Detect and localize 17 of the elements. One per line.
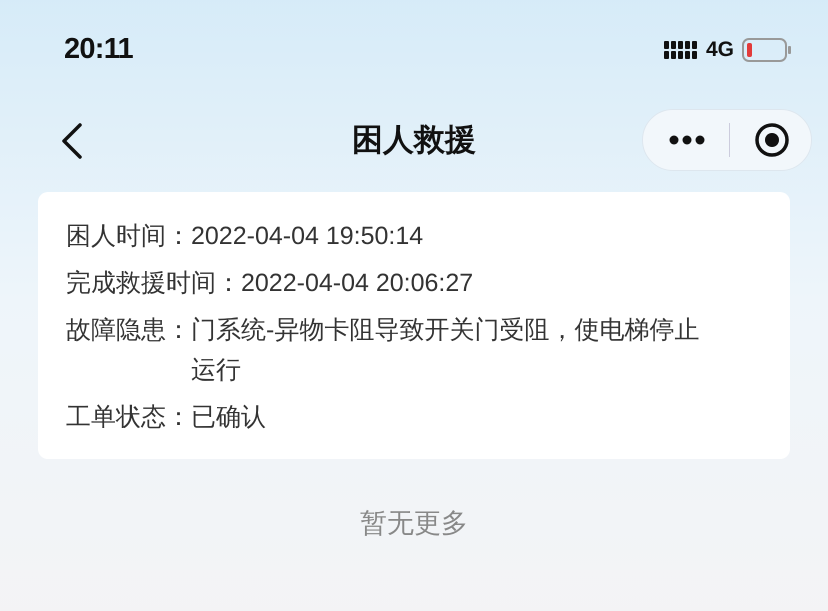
more-icon[interactable] — [669, 135, 705, 145]
network-label: 4G — [706, 37, 734, 64]
detail-value: 已确认 — [191, 402, 266, 433]
no-more-text: 暂无更多 — [360, 507, 468, 540]
detail-value: 2022-04-04 19:50:14 — [191, 221, 424, 252]
detail-value: 门系统-异物卡阻导致开关门受阻，使电梯停止运行 — [191, 315, 700, 386]
close-icon[interactable] — [754, 122, 790, 158]
battery-icon — [742, 38, 792, 62]
status-time: 20:11 — [64, 32, 133, 68]
signal-icon — [664, 39, 698, 61]
back-icon[interactable] — [60, 122, 84, 160]
detail-label: 故障隐患： — [66, 315, 191, 346]
page-title: 困人救援 — [352, 120, 476, 159]
detail-label: 完成救援时间： — [66, 268, 241, 299]
detail-value: 2022-04-04 20:06:27 — [241, 268, 474, 299]
detail-label: 困人时间： — [66, 221, 191, 252]
detail-label: 工单状态： — [66, 402, 191, 433]
